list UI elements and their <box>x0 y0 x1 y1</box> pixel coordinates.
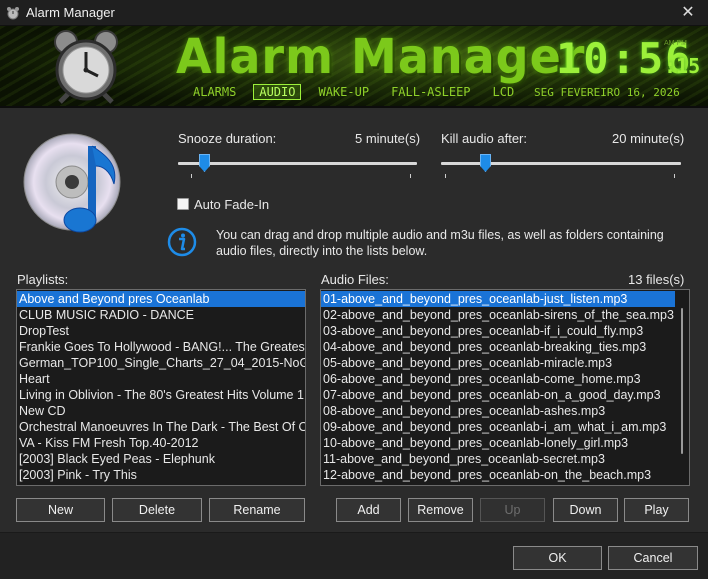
info-icon <box>167 227 197 257</box>
audio-file-item[interactable]: 06-above_and_beyond_pres_oceanlab-come_h… <box>321 371 675 387</box>
slider-track <box>441 162 681 165</box>
rename-playlist-button[interactable]: Rename <box>209 498 305 522</box>
audio-file-item[interactable]: 01-above_and_beyond_pres_oceanlab-just_l… <box>321 291 675 307</box>
audio-files-list[interactable]: 01-above_and_beyond_pres_oceanlab-just_l… <box>320 289 690 486</box>
cancel-button[interactable]: Cancel <box>608 546 698 570</box>
snooze-duration-label: Snooze duration: <box>178 131 277 146</box>
tab-fall-asleep[interactable]: FALL-ASLEEP <box>386 85 475 101</box>
playlist-item[interactable]: [2003] Black Eyed Peas - Elephunk <box>17 451 305 467</box>
audio-file-item[interactable]: 11-above_and_beyond_pres_oceanlab-secret… <box>321 451 675 467</box>
audio-file-item[interactable]: 12-above_and_beyond_pres_oceanlab-on_the… <box>321 467 675 483</box>
audio-file-item[interactable]: 02-above_and_beyond_pres_oceanlab-sirens… <box>321 307 675 323</box>
audio-file-item[interactable]: 03-above_and_beyond_pres_oceanlab-if_i_c… <box>321 323 675 339</box>
slider-track <box>178 162 417 165</box>
auto-fade-in-label[interactable]: Auto Fade-In <box>194 197 269 212</box>
banner: Alarm Manager 10:56 :15 AM PM ALARMS AUDI… <box>0 26 708 108</box>
playlist-item[interactable]: Orchestral Manoeuvres In The Dark - The … <box>17 419 305 435</box>
date-display: SEG FEVEREIRO 16, 2026 <box>534 86 680 99</box>
playlist-item[interactable]: New CD <box>17 403 305 419</box>
auto-fade-in-checkbox[interactable] <box>177 198 189 210</box>
audio-files-label: Audio Files: <box>321 272 389 287</box>
new-playlist-button[interactable]: New <box>16 498 105 522</box>
slider-thumb[interactable] <box>199 154 210 172</box>
kill-audio-slider[interactable] <box>441 153 681 178</box>
move-up-button[interactable]: Up <box>480 498 545 522</box>
slider-tick <box>445 174 446 178</box>
playlist-item[interactable]: German_TOP100_Single_Charts_27_04_2015-N… <box>17 355 305 371</box>
scrollbar-thumb[interactable] <box>681 308 683 454</box>
kill-audio-label: Kill audio after: <box>441 131 527 146</box>
audio-file-item[interactable]: 07-above_and_beyond_pres_oceanlab-on_a_g… <box>321 387 675 403</box>
playlists-list[interactable]: Above and Beyond pres Oceanlab CLUB MUSI… <box>16 289 306 486</box>
playlists-label: Playlists: <box>17 272 69 287</box>
tab-audio[interactable]: AUDIO <box>253 84 302 100</box>
clock-seconds: :15 <box>664 54 701 78</box>
playlist-item[interactable]: Living in Oblivion - The 80's Greatest H… <box>17 387 305 403</box>
tab-lcd[interactable]: LCD <box>488 85 520 101</box>
audio-cd-icon <box>23 133 121 233</box>
audio-file-item[interactable]: 05-above_and_beyond_pres_oceanlab-miracl… <box>321 355 675 371</box>
audio-files-count: 13 files(s) <box>628 272 685 287</box>
slider-tick <box>191 174 192 178</box>
move-down-button[interactable]: Down <box>553 498 618 522</box>
playlist-item[interactable]: Frankie Goes To Hollywood - BANG!... The… <box>17 339 305 355</box>
tab-wake-up[interactable]: WAKE-UP <box>313 85 374 101</box>
alarm-clock-icon <box>54 30 118 104</box>
brand-title: Alarm Manager <box>176 28 586 85</box>
slider-thumb[interactable] <box>480 154 491 172</box>
playlist-item[interactable]: VA - Kiss FM Fresh Top.40-2012 <box>17 435 305 451</box>
playlist-item[interactable]: Above and Beyond pres Oceanlab <box>17 291 305 307</box>
playlist-item[interactable]: DropTest <box>17 323 305 339</box>
add-audio-button[interactable]: Add <box>336 498 401 522</box>
app-clock-icon <box>7 7 19 20</box>
title-bar: Alarm Manager ✕ <box>0 0 708 26</box>
kill-audio-value: 20 minute(s) <box>612 131 685 146</box>
close-button[interactable]: ✕ <box>668 0 708 26</box>
audio-file-item[interactable]: 08-above_and_beyond_pres_oceanlab-ashes.… <box>321 403 675 419</box>
slider-tick <box>410 174 411 178</box>
playlist-item[interactable]: Heart <box>17 371 305 387</box>
playlist-item[interactable]: [2003] Pink - Try This <box>17 467 305 483</box>
banner-nav: ALARMS AUDIO WAKE-UP FALL-ASLEEP LCD <box>188 84 531 101</box>
ampm-indicator: AM PM <box>664 40 687 47</box>
window-title: Alarm Manager <box>26 5 115 20</box>
snooze-duration-value: 5 minute(s) <box>355 131 421 146</box>
audio-file-item[interactable]: 04-above_and_beyond_pres_oceanlab-breaki… <box>321 339 675 355</box>
playlist-item[interactable]: CLUB MUSIC RADIO - DANCE <box>17 307 305 323</box>
audio-file-item[interactable]: 09-above_and_beyond_pres_oceanlab-i_am_w… <box>321 419 675 435</box>
audio-file-item[interactable]: 10-above_and_beyond_pres_oceanlab-lonely… <box>321 435 675 451</box>
tab-alarms[interactable]: ALARMS <box>188 85 241 101</box>
slider-tick <box>674 174 675 178</box>
audio-files-scrollbar[interactable] <box>675 290 689 485</box>
ok-button[interactable]: OK <box>513 546 602 570</box>
play-audio-button[interactable]: Play <box>624 498 689 522</box>
info-text: You can drag and drop multiple audio and… <box>216 228 664 258</box>
snooze-duration-slider[interactable] <box>178 153 417 178</box>
remove-audio-button[interactable]: Remove <box>408 498 473 522</box>
delete-playlist-button[interactable]: Delete <box>112 498 202 522</box>
